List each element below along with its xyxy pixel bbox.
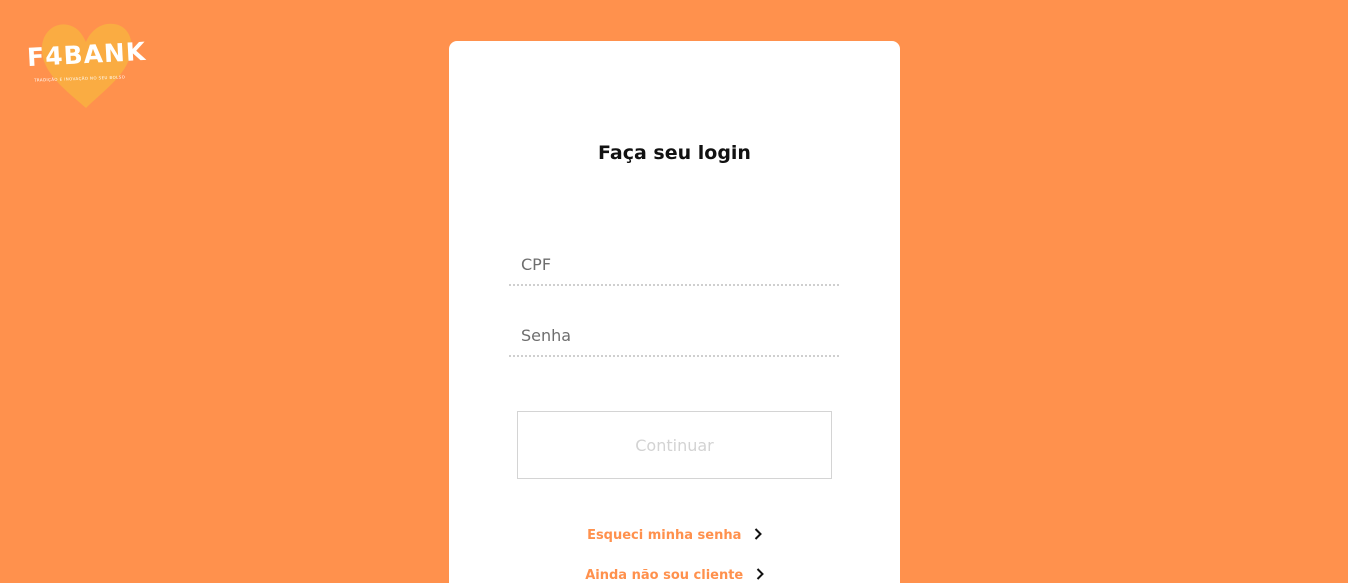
chevron-right-icon xyxy=(756,568,764,580)
not-client-link[interactable]: Ainda não sou cliente xyxy=(449,568,900,583)
forgot-password-link[interactable]: Esqueci minha senha xyxy=(449,528,900,543)
password-input[interactable] xyxy=(509,315,839,355)
password-field-wrapper xyxy=(509,315,839,357)
chevron-right-icon xyxy=(754,528,762,540)
login-page: F4BANK TRADIÇÃO E INOVAÇÃO NO SEU BOLSO … xyxy=(0,0,1348,583)
continue-button[interactable]: Continuar xyxy=(517,411,832,479)
cpf-field-wrapper xyxy=(509,244,839,286)
not-client-label: Ainda não sou cliente xyxy=(585,568,744,583)
login-card: Faça seu login Continuar Esqueci minha s… xyxy=(449,41,900,583)
cpf-input[interactable] xyxy=(509,244,839,284)
page-title: Faça seu login xyxy=(598,142,751,164)
forgot-password-label: Esqueci minha senha xyxy=(587,528,742,543)
brand-logo: F4BANK TRADIÇÃO E INOVAÇÃO NO SEU BOLSO xyxy=(24,16,147,112)
